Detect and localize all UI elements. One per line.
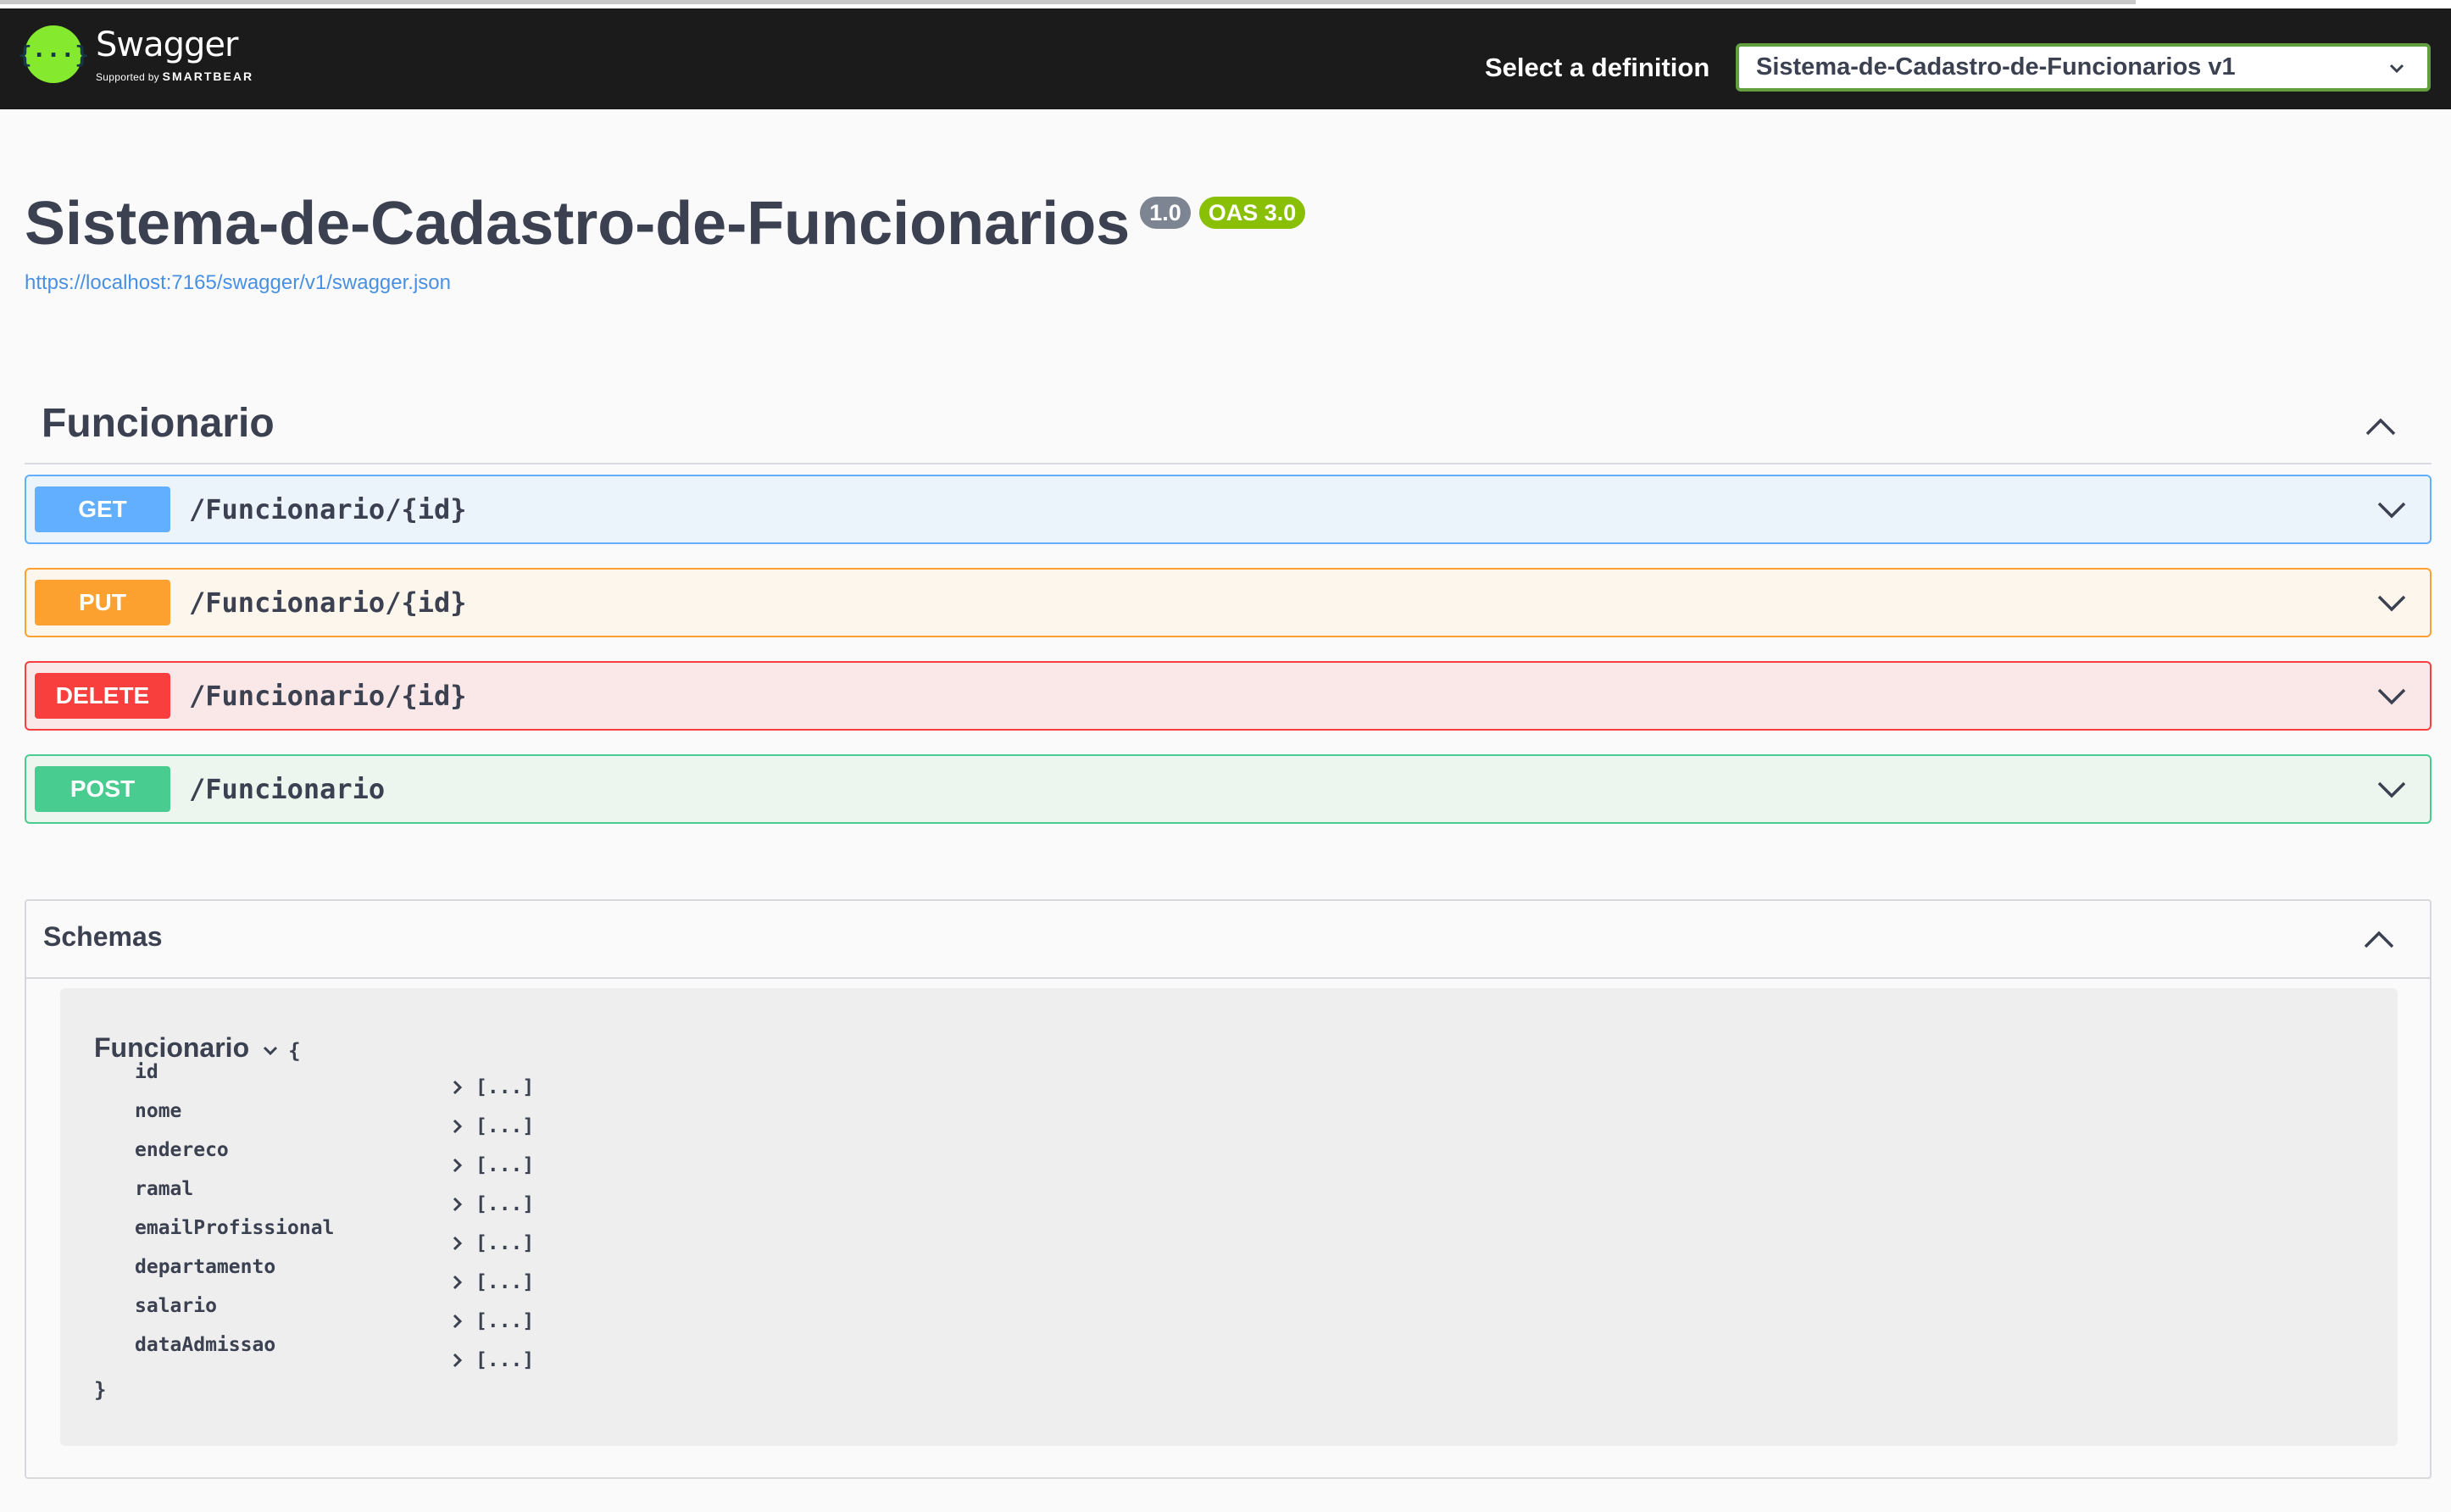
open-brace: { bbox=[288, 1038, 301, 1063]
property-value: [...] bbox=[475, 1115, 535, 1137]
property-value: [...] bbox=[475, 1310, 535, 1332]
property-name: ramal bbox=[135, 1178, 194, 1200]
chevron-up-icon[interactable] bbox=[2362, 926, 2396, 952]
schemas-section: Schemas Funcionario { id nome endereco r… bbox=[25, 899, 2432, 1479]
swagger-logo-icon: {···} bbox=[18, 25, 89, 83]
definition-selected-value: Sistema-de-Cadastro-de-Funcionarios v1 bbox=[1756, 53, 2236, 81]
swagger-logo-link[interactable]: {···} Swagger Supported by SMARTBEAR bbox=[18, 25, 253, 93]
property-name: salario bbox=[135, 1295, 217, 1317]
property-name: endereco bbox=[135, 1139, 229, 1161]
page-title: Sistema-de-Cadastro-de-Funcionarios bbox=[25, 190, 1131, 258]
close-brace: } bbox=[94, 1378, 107, 1402]
property-name: id bbox=[135, 1061, 158, 1083]
property-expand[interactable]: [...] bbox=[450, 1232, 534, 1254]
property-value: [...] bbox=[475, 1271, 535, 1293]
swagger-json-link[interactable]: https://localhost:7165/swagger/v1/swagge… bbox=[25, 271, 451, 295]
chevron-down-icon[interactable] bbox=[2376, 776, 2408, 802]
chevron-right-icon bbox=[453, 1236, 463, 1251]
operation-get-funcionario-id[interactable]: GET /Funcionario/{id} bbox=[25, 475, 2432, 544]
logo-word: Swagger bbox=[96, 25, 238, 64]
model-title[interactable]: Funcionario { bbox=[94, 1032, 301, 1064]
model-name: Funcionario bbox=[94, 1032, 250, 1063]
chevron-right-icon bbox=[453, 1080, 463, 1095]
operation-delete-funcionario-id[interactable]: DELETE /Funcionario/{id} bbox=[25, 661, 2432, 731]
top-bar: {···} Swagger Supported by SMARTBEAR Sel… bbox=[0, 8, 2451, 109]
info-title-row: Sistema-de-Cadastro-de-Funcionarios 1.0 … bbox=[25, 188, 1306, 259]
property-name: emailProfissional bbox=[135, 1217, 335, 1239]
logo-supported-by: Supported by bbox=[96, 71, 159, 83]
operation-path: /Funcionario/{id} bbox=[189, 493, 467, 525]
property-expand[interactable]: [...] bbox=[450, 1193, 534, 1215]
tag-section-header[interactable]: Funcionario bbox=[25, 388, 2432, 464]
property-name: nome bbox=[135, 1100, 182, 1122]
property-expand[interactable]: [...] bbox=[450, 1349, 534, 1371]
logo-text: Swagger Supported by SMARTBEAR bbox=[96, 25, 253, 83]
operation-path: /Funcionario/{id} bbox=[189, 586, 467, 619]
property-value: [...] bbox=[475, 1349, 535, 1371]
property-value: [...] bbox=[475, 1193, 535, 1215]
operation-path: /Funcionario bbox=[189, 773, 386, 805]
chevron-down-icon[interactable] bbox=[2376, 683, 2408, 709]
chevron-right-icon bbox=[453, 1119, 463, 1134]
definition-label: Select a definition bbox=[1485, 53, 1710, 82]
chevron-down-icon[interactable] bbox=[2376, 590, 2408, 615]
property-value: [...] bbox=[475, 1154, 535, 1176]
loading-bar bbox=[0, 0, 2136, 4]
chevron-right-icon bbox=[453, 1158, 463, 1173]
oas-badge: OAS 3.0 bbox=[1198, 197, 1306, 229]
browser-top-strip bbox=[0, 0, 2451, 8]
operation-path: /Funcionario/{id} bbox=[189, 680, 467, 712]
property-name: departamento bbox=[135, 1256, 276, 1278]
chevron-up-icon[interactable] bbox=[2364, 414, 2398, 439]
operation-post-funcionario[interactable]: POST /Funcionario bbox=[25, 754, 2432, 824]
tag-name: Funcionario bbox=[42, 401, 275, 446]
version-badge: 1.0 bbox=[1140, 197, 1191, 229]
property-name: dataAdmissao bbox=[135, 1334, 276, 1356]
property-value: [...] bbox=[475, 1076, 535, 1098]
chevron-down-icon[interactable] bbox=[2376, 497, 2408, 522]
method-badge-post: POST bbox=[35, 766, 170, 812]
definition-select[interactable]: Sistema-de-Cadastro-de-Funcionarios v1 bbox=[1736, 43, 2431, 92]
operation-put-funcionario-id[interactable]: PUT /Funcionario/{id} bbox=[25, 568, 2432, 637]
chevron-right-icon bbox=[453, 1353, 463, 1368]
method-badge-delete: DELETE bbox=[35, 673, 170, 719]
property-expand[interactable]: [...] bbox=[450, 1154, 534, 1176]
method-badge-get: GET bbox=[35, 486, 170, 532]
chevron-right-icon bbox=[453, 1275, 463, 1290]
chevron-down-icon bbox=[2389, 64, 2404, 74]
property-expand[interactable]: [...] bbox=[450, 1310, 534, 1332]
property-expand[interactable]: [...] bbox=[450, 1115, 534, 1137]
property-value: [...] bbox=[475, 1232, 535, 1254]
schemas-header[interactable]: Schemas bbox=[26, 901, 2430, 979]
property-expand[interactable]: [...] bbox=[450, 1076, 534, 1098]
logo-supported: Supported by SMARTBEAR bbox=[96, 69, 253, 83]
property-expand[interactable]: [...] bbox=[450, 1271, 534, 1293]
model-box: Funcionario { id nome endereco ramal ema… bbox=[60, 988, 2398, 1446]
chevron-right-icon bbox=[453, 1314, 463, 1329]
method-badge-put: PUT bbox=[35, 580, 170, 625]
chevron-right-icon bbox=[453, 1197, 463, 1212]
schemas-title: Schemas bbox=[43, 921, 163, 952]
chevron-down-icon[interactable] bbox=[261, 1042, 280, 1060]
logo-brand: SMARTBEAR bbox=[162, 69, 254, 83]
